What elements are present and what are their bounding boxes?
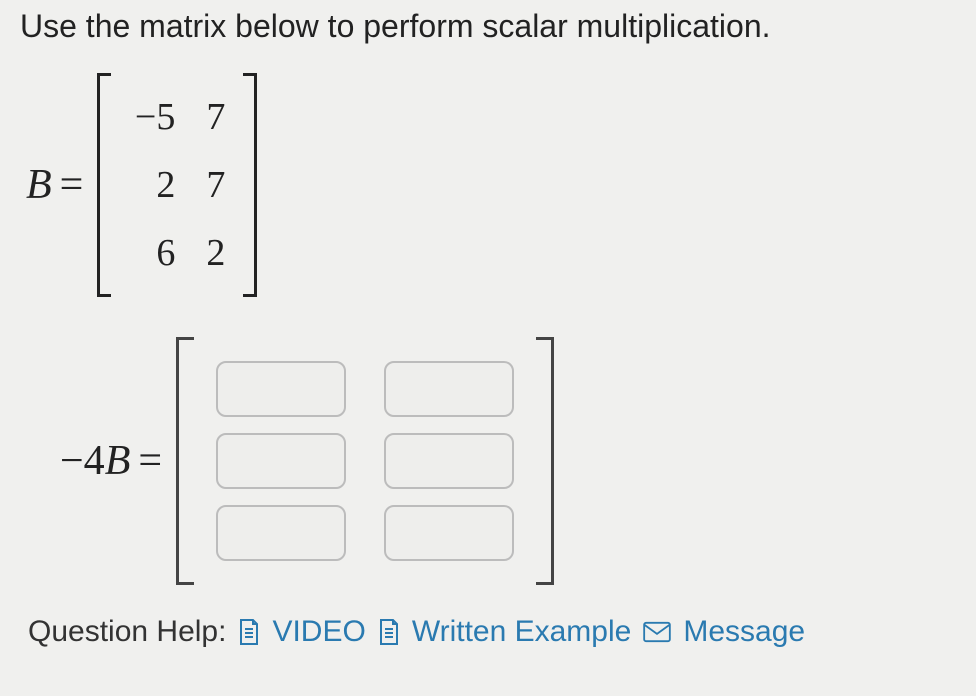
matrix-cell: 7 bbox=[183, 83, 233, 151]
answer-matrix bbox=[176, 337, 554, 585]
equals-sign-answer: = bbox=[138, 437, 162, 485]
help-label: Question Help: bbox=[28, 615, 226, 649]
document-icon bbox=[236, 617, 262, 647]
question-help-row: Question Help: VIDEO Written Example bbox=[28, 615, 956, 649]
matrix-cell: 7 bbox=[183, 151, 233, 219]
document-icon bbox=[376, 617, 402, 647]
right-bracket bbox=[536, 337, 554, 585]
matrix-cell: −5 bbox=[121, 83, 183, 151]
written-example-link[interactable]: Written Example bbox=[412, 615, 632, 649]
left-bracket bbox=[97, 73, 111, 297]
answer-input-r2c1[interactable] bbox=[216, 433, 346, 489]
answer-input-r1c1[interactable] bbox=[216, 361, 346, 417]
answer-input-r3c2[interactable] bbox=[384, 505, 514, 561]
matrix-cell: 2 bbox=[121, 151, 183, 219]
equals-sign: = bbox=[60, 161, 84, 209]
left-bracket bbox=[176, 337, 194, 585]
question-prompt: Use the matrix below to perform scalar m… bbox=[20, 8, 956, 45]
matrix-cell: 6 bbox=[121, 219, 183, 287]
answer-input-r3c1[interactable] bbox=[216, 505, 346, 561]
video-link[interactable]: VIDEO bbox=[272, 615, 365, 649]
matrix-cell: 2 bbox=[183, 219, 233, 287]
answer-row: −4 B = bbox=[60, 337, 956, 585]
answer-input-r2c2[interactable] bbox=[384, 433, 514, 489]
matrix-definition-row: B = −5 7 2 7 6 2 bbox=[26, 73, 956, 297]
answer-input-r1c2[interactable] bbox=[384, 361, 514, 417]
matrix-var-B: B bbox=[26, 161, 52, 209]
scalar-coeff: −4 bbox=[60, 437, 105, 485]
matrix-B: −5 7 2 7 6 2 bbox=[97, 73, 257, 297]
matrix-var-B-answer: B bbox=[105, 437, 131, 485]
message-link[interactable]: Message bbox=[683, 615, 805, 649]
mail-icon bbox=[641, 620, 673, 644]
right-bracket bbox=[243, 73, 257, 297]
